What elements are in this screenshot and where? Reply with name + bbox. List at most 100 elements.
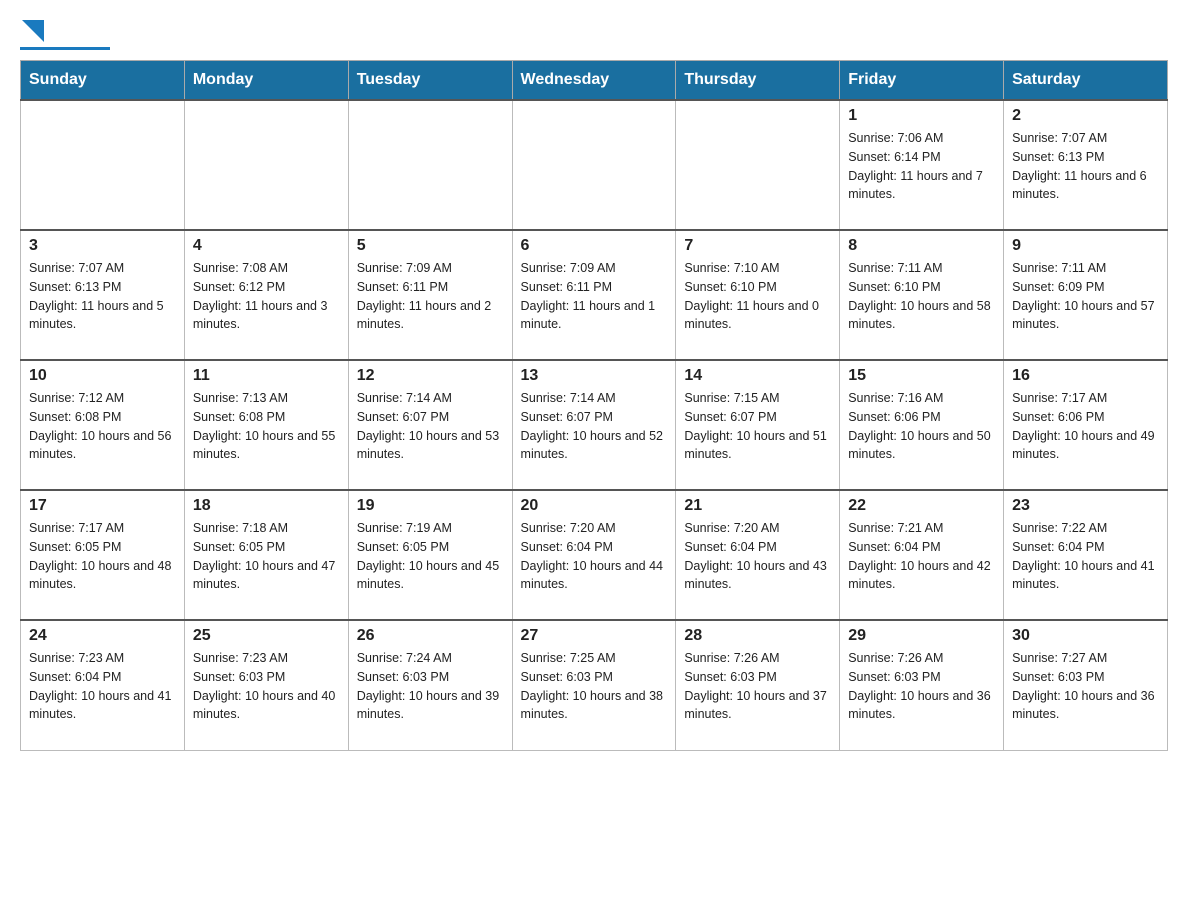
day-of-week-header: Tuesday [348,61,512,101]
calendar-cell [21,100,185,230]
calendar-week-row: 1 Sunrise: 7:06 AM Sunset: 6:14 PM Daylig… [21,100,1168,230]
calendar-cell: 26Sunrise: 7:24 AM Sunset: 6:03 PM Dayli… [348,620,512,750]
day-number: 27 [521,627,668,645]
day-number: 15 [848,367,995,385]
calendar-cell [676,100,840,230]
calendar-cell: 23Sunrise: 7:22 AM Sunset: 6:04 PM Dayli… [1004,490,1168,620]
day-info: Sunrise: 7:12 AM Sunset: 6:08 PM Dayligh… [29,389,176,464]
day-number: 8 [848,237,995,255]
calendar-cell: 21Sunrise: 7:20 AM Sunset: 6:04 PM Dayli… [676,490,840,620]
day-number: 19 [357,497,504,515]
day-of-week-header: Sunday [21,61,185,101]
calendar-cell: 8 Sunrise: 7:11 AM Sunset: 6:10 PM Daylig… [840,230,1004,360]
day-info: Sunrise: 7:25 AM Sunset: 6:03 PM Dayligh… [521,649,668,724]
day-number: 7 [684,237,831,255]
day-info: Sunrise: 7:11 AM Sunset: 6:09 PM Dayligh… [1012,259,1159,334]
day-number: 17 [29,497,176,515]
day-number: 14 [684,367,831,385]
calendar-cell: 6 Sunrise: 7:09 AM Sunset: 6:11 PM Daylig… [512,230,676,360]
logo [20,20,114,50]
calendar-cell: 1 Sunrise: 7:06 AM Sunset: 6:14 PM Daylig… [840,100,1004,230]
day-info: Sunrise: 7:14 AM Sunset: 6:07 PM Dayligh… [357,389,504,464]
calendar-cell: 12 Sunrise: 7:14 AM Sunset: 6:07 PM Dayli… [348,360,512,490]
calendar-cell: 18 Sunrise: 7:18 AM Sunset: 6:05 PM Dayli… [184,490,348,620]
day-info: Sunrise: 7:17 AM Sunset: 6:05 PM Dayligh… [29,519,176,594]
day-number: 6 [521,237,668,255]
calendar-cell: 20Sunrise: 7:20 AM Sunset: 6:04 PM Dayli… [512,490,676,620]
calendar-cell: 24 Sunrise: 7:23 AM Sunset: 6:04 PM Dayli… [21,620,185,750]
day-number: 28 [684,627,831,645]
day-info: Sunrise: 7:09 AM Sunset: 6:11 PM Dayligh… [521,259,668,334]
logo-underline [20,47,110,50]
day-info: Sunrise: 7:11 AM Sunset: 6:10 PM Dayligh… [848,259,995,334]
calendar-cell: 5 Sunrise: 7:09 AM Sunset: 6:11 PM Daylig… [348,230,512,360]
calendar-cell: 2 Sunrise: 7:07 AM Sunset: 6:13 PM Daylig… [1004,100,1168,230]
day-number: 3 [29,237,176,255]
calendar-cell: 11 Sunrise: 7:13 AM Sunset: 6:08 PM Dayli… [184,360,348,490]
calendar-body: 1 Sunrise: 7:06 AM Sunset: 6:14 PM Daylig… [21,100,1168,750]
calendar-cell [184,100,348,230]
day-info: Sunrise: 7:16 AM Sunset: 6:06 PM Dayligh… [848,389,995,464]
calendar-cell: 14 Sunrise: 7:15 AM Sunset: 6:07 PM Dayli… [676,360,840,490]
day-number: 18 [193,497,340,515]
day-info: Sunrise: 7:15 AM Sunset: 6:07 PM Dayligh… [684,389,831,464]
calendar-cell [348,100,512,230]
day-info: Sunrise: 7:09 AM Sunset: 6:11 PM Dayligh… [357,259,504,334]
day-number: 20 [521,497,668,515]
day-info: Sunrise: 7:23 AM Sunset: 6:04 PM Dayligh… [29,649,176,724]
logo-triangle-icon [22,20,44,42]
calendar-cell: 9Sunrise: 7:11 AM Sunset: 6:09 PM Daylig… [1004,230,1168,360]
calendar-cell: 28 Sunrise: 7:26 AM Sunset: 6:03 PM Dayli… [676,620,840,750]
day-number: 29 [848,627,995,645]
day-info: Sunrise: 7:07 AM Sunset: 6:13 PM Dayligh… [29,259,176,334]
calendar-week-row: 10 Sunrise: 7:12 AM Sunset: 6:08 PM Dayli… [21,360,1168,490]
day-info: Sunrise: 7:18 AM Sunset: 6:05 PM Dayligh… [193,519,340,594]
day-of-week-header: Thursday [676,61,840,101]
calendar-cell: 7 Sunrise: 7:10 AM Sunset: 6:10 PM Daylig… [676,230,840,360]
day-info: Sunrise: 7:06 AM Sunset: 6:14 PM Dayligh… [848,129,995,204]
calendar-cell: 19Sunrise: 7:19 AM Sunset: 6:05 PM Dayli… [348,490,512,620]
calendar-cell: 3 Sunrise: 7:07 AM Sunset: 6:13 PM Daylig… [21,230,185,360]
day-number: 22 [848,497,995,515]
day-number: 16 [1012,367,1159,385]
day-number: 12 [357,367,504,385]
day-info: Sunrise: 7:07 AM Sunset: 6:13 PM Dayligh… [1012,129,1159,204]
calendar-table: SundayMondayTuesdayWednesdayThursdayFrid… [20,60,1168,751]
day-number: 21 [684,497,831,515]
day-info: Sunrise: 7:17 AM Sunset: 6:06 PM Dayligh… [1012,389,1159,464]
day-info: Sunrise: 7:13 AM Sunset: 6:08 PM Dayligh… [193,389,340,464]
day-info: Sunrise: 7:08 AM Sunset: 6:12 PM Dayligh… [193,259,340,334]
calendar-cell: 30 Sunrise: 7:27 AM Sunset: 6:03 PM Dayli… [1004,620,1168,750]
day-number: 5 [357,237,504,255]
day-number: 24 [29,627,176,645]
day-of-week-header: Friday [840,61,1004,101]
day-number: 1 [848,107,995,125]
day-number: 10 [29,367,176,385]
day-info: Sunrise: 7:23 AM Sunset: 6:03 PM Dayligh… [193,649,340,724]
day-info: Sunrise: 7:26 AM Sunset: 6:03 PM Dayligh… [684,649,831,724]
day-number: 25 [193,627,340,645]
day-info: Sunrise: 7:27 AM Sunset: 6:03 PM Dayligh… [1012,649,1159,724]
day-number: 2 [1012,107,1159,125]
day-info: Sunrise: 7:26 AM Sunset: 6:03 PM Dayligh… [848,649,995,724]
day-info: Sunrise: 7:10 AM Sunset: 6:10 PM Dayligh… [684,259,831,334]
day-of-week-header: Wednesday [512,61,676,101]
day-info: Sunrise: 7:21 AM Sunset: 6:04 PM Dayligh… [848,519,995,594]
day-number: 30 [1012,627,1159,645]
day-of-week-header: Saturday [1004,61,1168,101]
day-number: 26 [357,627,504,645]
day-number: 13 [521,367,668,385]
calendar-cell: 13Sunrise: 7:14 AM Sunset: 6:07 PM Dayli… [512,360,676,490]
day-number: 11 [193,367,340,385]
day-number: 4 [193,237,340,255]
calendar-week-row: 3 Sunrise: 7:07 AM Sunset: 6:13 PM Daylig… [21,230,1168,360]
calendar-cell: 29 Sunrise: 7:26 AM Sunset: 6:03 PM Dayli… [840,620,1004,750]
calendar-cell: 15 Sunrise: 7:16 AM Sunset: 6:06 PM Dayli… [840,360,1004,490]
calendar-week-row: 17 Sunrise: 7:17 AM Sunset: 6:05 PM Dayli… [21,490,1168,620]
day-info: Sunrise: 7:22 AM Sunset: 6:04 PM Dayligh… [1012,519,1159,594]
day-of-week-header: Monday [184,61,348,101]
calendar-cell: 16 Sunrise: 7:17 AM Sunset: 6:06 PM Dayli… [1004,360,1168,490]
header [20,20,1168,50]
calendar-cell: 17 Sunrise: 7:17 AM Sunset: 6:05 PM Dayli… [21,490,185,620]
calendar-header-row: SundayMondayTuesdayWednesdayThursdayFrid… [21,61,1168,101]
